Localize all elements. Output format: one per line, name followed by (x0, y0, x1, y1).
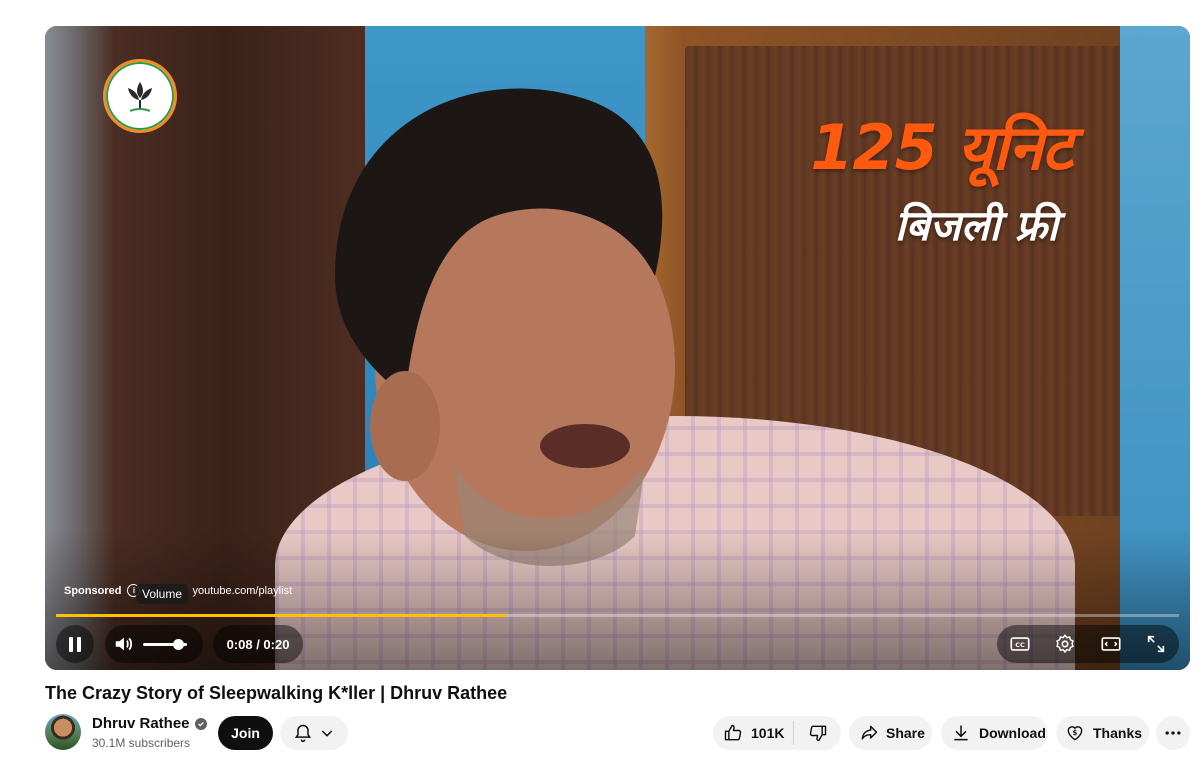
progress-bar[interactable] (56, 614, 1179, 617)
thumbs-down-icon (809, 725, 826, 742)
avatar[interactable] (45, 714, 81, 750)
right-controls: CC (997, 625, 1179, 663)
channel-name-text[interactable]: Dhruv Rathee (92, 715, 190, 732)
notifications-button[interactable] (280, 716, 348, 750)
volume-control[interactable] (105, 625, 203, 663)
overlay-headline: 125 यूनिट (810, 111, 1073, 184)
sponsored-label: Sponsored (64, 584, 122, 597)
svg-text:$: $ (1073, 729, 1078, 737)
settings-icon[interactable] (1054, 633, 1076, 655)
dislike-button[interactable] (794, 723, 841, 743)
party-logo-icon (103, 59, 177, 133)
like-button[interactable]: 101K (713, 723, 793, 743)
fullscreen-icon[interactable] (1145, 633, 1167, 655)
share-label: Share (886, 725, 925, 741)
time-display: 0:08 / 0:20 (213, 625, 303, 663)
thumbs-up-icon (724, 724, 742, 741)
volume-slider-handle[interactable] (173, 638, 185, 650)
like-dislike-group: 101K (713, 716, 841, 750)
video-player[interactable]: 125 यूनिट बिजली फ्री Sponsored i youtube… (45, 26, 1190, 670)
volume-slider[interactable] (143, 638, 187, 650)
miniplayer-icon[interactable] (1100, 633, 1122, 655)
progress-fill (56, 614, 506, 617)
thanks-button[interactable]: $ Thanks (1056, 716, 1149, 750)
more-button[interactable] (1156, 716, 1190, 750)
download-button[interactable]: Download (941, 716, 1048, 750)
svg-text:CC: CC (1015, 641, 1025, 649)
thanks-label: Thanks (1093, 725, 1143, 741)
subscriber-count: 30.1M subscribers (92, 736, 191, 750)
join-button[interactable]: Join (218, 716, 273, 750)
bell-icon (294, 724, 312, 743)
volume-icon[interactable] (113, 633, 135, 655)
video-frame: 125 यूनिट बिजली फ्री (45, 26, 1190, 670)
captions-icon[interactable]: CC (1009, 633, 1031, 655)
person-head (335, 88, 675, 566)
overlay-subheadline: बिजली फ्री (894, 201, 1058, 250)
thanks-icon: $ (1067, 726, 1083, 741)
volume-tooltip: Volume (136, 584, 189, 604)
share-icon (861, 725, 878, 740)
download-label: Download (979, 725, 1046, 741)
share-button[interactable]: Share (849, 716, 932, 750)
video-title: The Crazy Story of Sleepwalking K*ller |… (45, 683, 508, 703)
chevron-down-icon (321, 730, 333, 737)
ad-url[interactable]: youtube.com/playlist (192, 585, 292, 597)
download-icon (954, 725, 968, 741)
channel-name[interactable]: Dhruv Rathee (92, 715, 207, 732)
more-icon (1165, 731, 1181, 735)
verified-icon (194, 717, 207, 730)
pause-icon (69, 636, 81, 652)
pause-button[interactable] (56, 625, 94, 663)
like-count: 101K (751, 725, 785, 741)
